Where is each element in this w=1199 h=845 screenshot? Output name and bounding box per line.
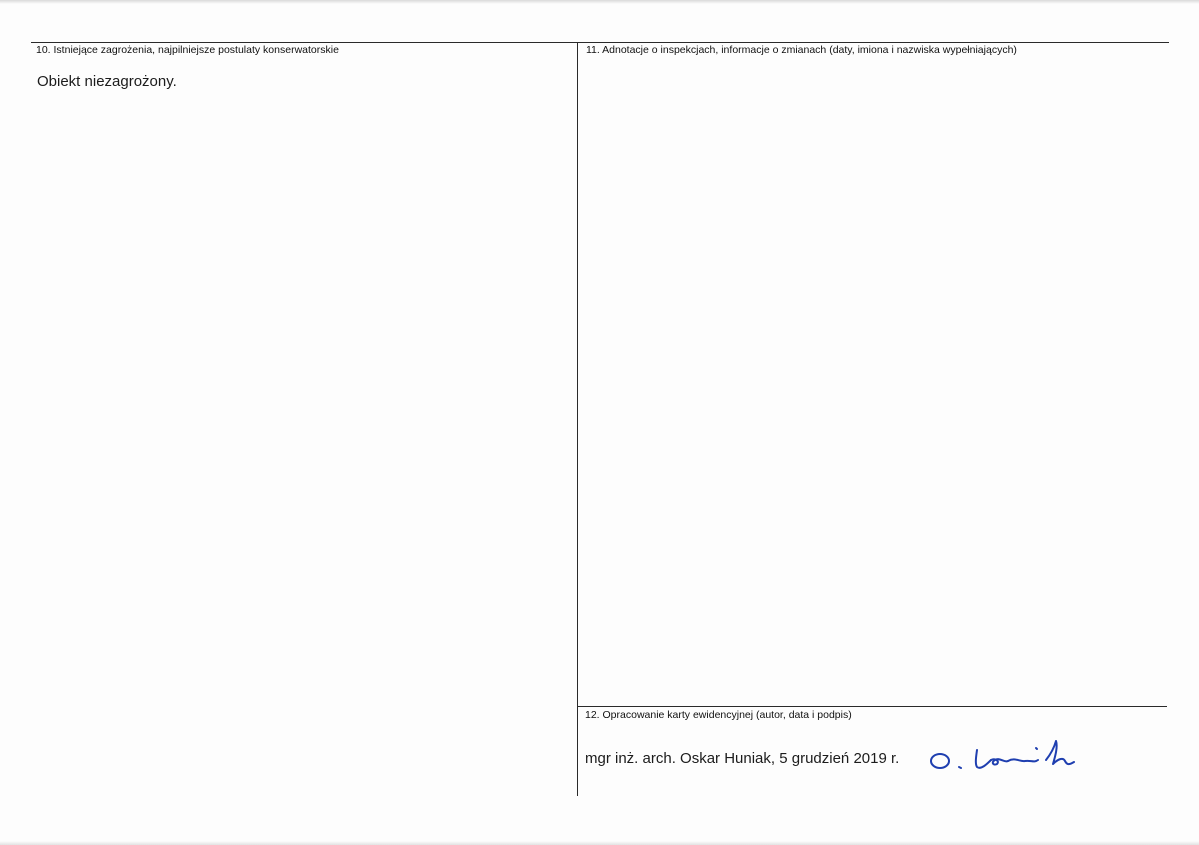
handwritten-signature: [930, 740, 1075, 769]
section-12-author-line: mgr inż. arch. Oskar Huniak, 5 grudzień …: [585, 750, 900, 767]
section-12-top-border: [577, 706, 1167, 707]
section-11-label: 11. Adnotacje o inspekcjach, informacje …: [586, 44, 1017, 56]
column-divider: [577, 42, 578, 796]
section-10-label: 10. Istniejące zagrożenia, najpilniejsze…: [36, 44, 339, 56]
section-12-label: 12. Opracowanie karty ewidencyjnej (auto…: [585, 709, 852, 721]
scan-edge-bottom: [0, 841, 1199, 845]
form-top-border: [31, 42, 1169, 43]
scan-edge-top: [0, 0, 1199, 4]
section-10-content: Obiekt niezagrożony.: [37, 73, 177, 90]
